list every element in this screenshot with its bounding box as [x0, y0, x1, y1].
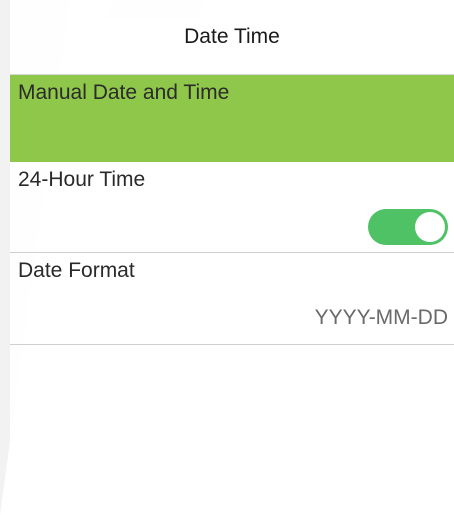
- menu-item-label: Manual Date and Time: [18, 81, 230, 104]
- date-format-value: YYYY-MM-DD: [314, 306, 448, 329]
- page-title-bar: Date Time: [10, 0, 454, 75]
- menu-item-24-hour-time[interactable]: 24-Hour Time: [10, 162, 454, 253]
- 24-hour-toggle[interactable]: [368, 209, 448, 245]
- page-title: Date Time: [184, 25, 280, 48]
- menu-item-label: Date Format: [18, 259, 135, 282]
- menu-item-label: 24-Hour Time: [18, 168, 146, 191]
- date-time-screen: Date Time Manual Date and Time 24-Hour T…: [10, 0, 454, 515]
- menu-item-date-format[interactable]: Date Format YYYY-MM-DD: [10, 253, 454, 345]
- toggle-knob: [415, 212, 445, 242]
- menu-item-manual-date-time[interactable]: Manual Date and Time: [10, 75, 454, 162]
